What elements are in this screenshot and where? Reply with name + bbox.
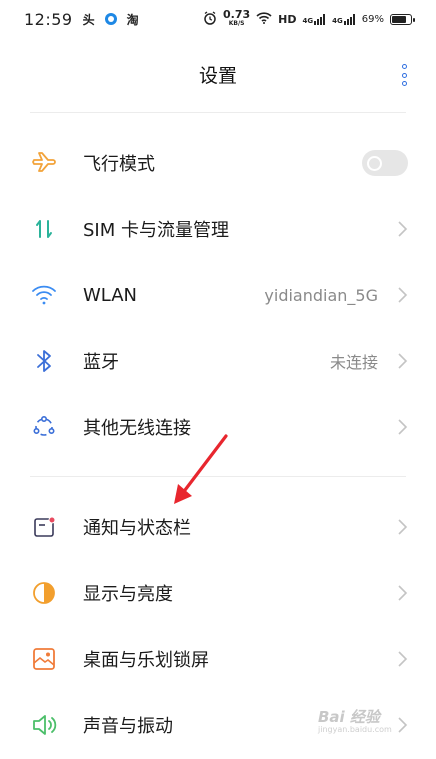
settings-item-display[interactable]: 显示与亮度 xyxy=(0,560,436,626)
page-title: 设置 xyxy=(198,64,237,87)
status-time: 12:59 xyxy=(24,9,73,29)
settings-item-wlan[interactable]: WLAN yidiandian_5G xyxy=(0,262,436,328)
settings-item-sim[interactable]: SIM 卡与流量管理 xyxy=(0,196,436,262)
settings-item-label: WLAN xyxy=(83,284,138,306)
network-speed: 0.73 KB/S xyxy=(223,8,251,27)
wifi-status-icon xyxy=(256,11,272,27)
chevron-right-icon xyxy=(398,287,408,303)
settings-item-label: 显示与亮度 xyxy=(83,584,173,605)
chevron-right-icon xyxy=(398,519,408,535)
more-dot-icon xyxy=(401,72,407,78)
wallpaper-icon xyxy=(30,645,58,673)
settings-item-label: 飞行模式 xyxy=(83,154,155,175)
brightness-icon xyxy=(30,579,58,607)
signal-4g-icon: 4G xyxy=(303,13,327,25)
chevron-right-icon xyxy=(398,221,408,237)
chevron-right-icon xyxy=(398,419,408,435)
settings-item-label: 蓝牙 xyxy=(83,352,119,373)
more-options-button[interactable] xyxy=(394,64,414,86)
taobao-app-icon: 淘 xyxy=(126,12,139,27)
settings-item-desktop[interactable]: 桌面与乐划锁屏 xyxy=(0,626,436,692)
settings-item-bluetooth[interactable]: 蓝牙 未连接 xyxy=(0,328,436,394)
chevron-right-icon xyxy=(398,353,408,369)
settings-item-label: 桌面与乐划锁屏 xyxy=(83,650,209,671)
settings-item-label: SIM 卡与流量管理 xyxy=(83,220,229,241)
chevron-right-icon xyxy=(398,651,408,667)
airplane-icon xyxy=(30,149,58,177)
battery-percent: 69% xyxy=(361,13,384,25)
hd-indicator: HD xyxy=(278,12,297,26)
wireless-connect-icon xyxy=(30,413,58,441)
notification-icon xyxy=(30,513,58,541)
chevron-right-icon xyxy=(398,585,408,601)
settings-item-label: 声音与振动 xyxy=(83,716,173,737)
top-divider xyxy=(30,112,406,113)
airplane-mode-toggle[interactable] xyxy=(362,150,408,176)
sim-transfer-icon xyxy=(30,215,58,243)
battery-icon xyxy=(390,13,415,25)
signal-4g-icon-2: 4G xyxy=(332,13,356,25)
title-bar: 设置 xyxy=(0,50,436,98)
alarm-icon xyxy=(203,10,217,28)
more-dot-icon xyxy=(401,81,407,86)
bluetooth-status: 未连接 xyxy=(329,353,378,372)
wifi-icon xyxy=(30,281,58,309)
bluetooth-icon xyxy=(30,347,58,375)
settings-item-airplane[interactable]: 飞行模式 xyxy=(0,130,436,196)
annotation-arrow-icon xyxy=(174,434,228,504)
chevron-right-icon xyxy=(398,717,408,733)
baidu-watermark: Bai 经验 jingyan.baidu.com xyxy=(318,708,392,734)
toutiao-app-icon: 头 xyxy=(82,12,95,27)
wlan-network-name: yidiandian_5G xyxy=(264,285,378,305)
settings-item-label: 通知与状态栏 xyxy=(83,518,191,539)
app-notification-icon xyxy=(104,13,117,25)
status-bar: 12:59 头 淘 0.73 KB/S HD 4G 4G 69% xyxy=(0,0,436,38)
more-dot-icon xyxy=(401,64,407,69)
speaker-icon xyxy=(30,711,58,739)
